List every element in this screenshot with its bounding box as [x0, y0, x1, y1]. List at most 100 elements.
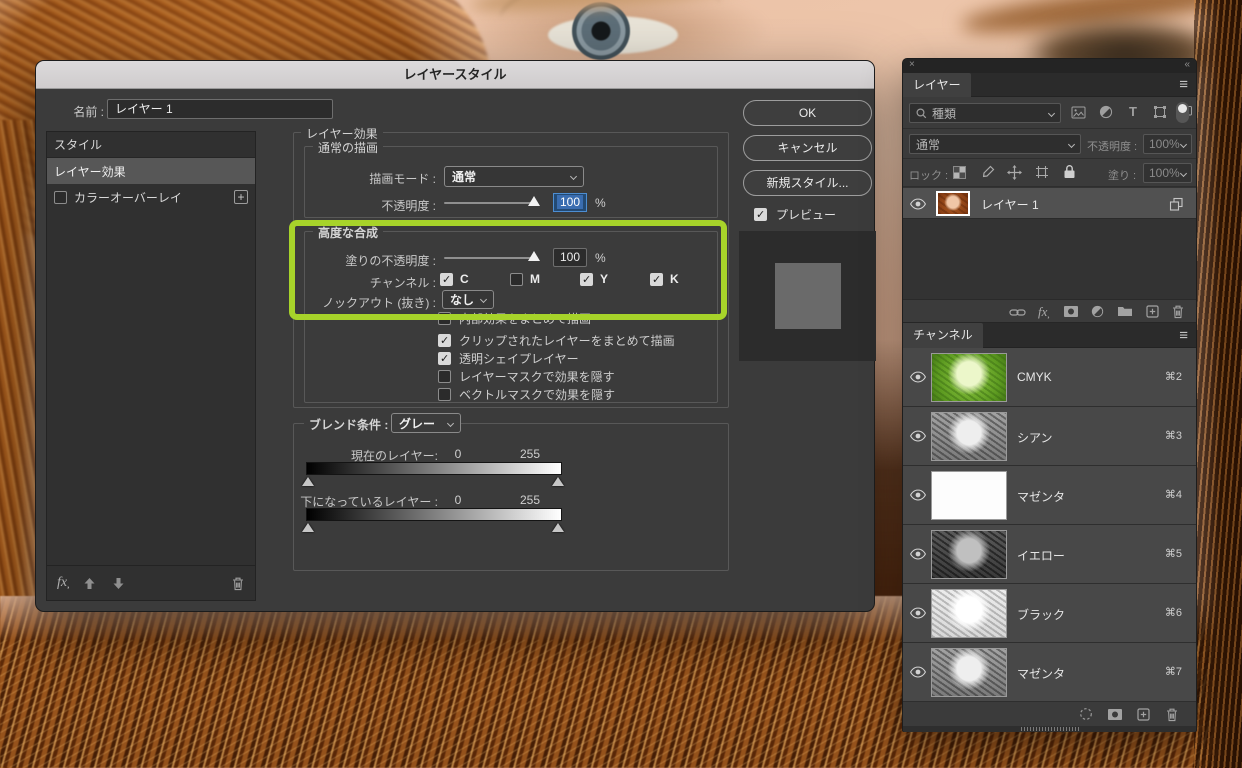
- channel-visibility-eye-icon[interactable]: [910, 607, 926, 619]
- new-layer-plus-icon[interactable]: [1146, 305, 1159, 318]
- blend-clipped-checkbox[interactable]: [438, 334, 451, 347]
- channel-row-magenta-2[interactable]: マゼンタ ⌘7: [903, 643, 1196, 702]
- link-layers-icon[interactable]: [1009, 308, 1026, 317]
- layer-mask-hides-row[interactable]: レイヤーマスクで効果を隠す: [438, 368, 615, 385]
- blend-clipped-row[interactable]: クリップされたレイヤーをまとめて描画: [438, 332, 675, 349]
- delete-effect-trash-icon[interactable]: [231, 576, 245, 591]
- delete-channel-trash-icon[interactable]: [1165, 707, 1179, 722]
- move-up-icon[interactable]: [83, 577, 96, 590]
- layer-blend-mode-select[interactable]: 通常: [909, 134, 1081, 154]
- fill-opacity-slider-track[interactable]: [444, 257, 538, 259]
- channel-thumbnail[interactable]: [931, 471, 1007, 520]
- lock-all-icon[interactable]: [1063, 164, 1076, 179]
- styles-item-layer-effects[interactable]: レイヤー効果: [47, 158, 255, 184]
- current-layer-gradient[interactable]: [306, 462, 562, 475]
- vector-mask-hides-row[interactable]: ベクトルマスクで効果を隠す: [438, 386, 615, 403]
- dialog-titlebar[interactable]: レイヤースタイル: [36, 61, 874, 89]
- tab-layers[interactable]: レイヤー: [903, 73, 971, 97]
- layers-opacity-value[interactable]: 100%: [1143, 134, 1192, 154]
- channel-visibility-eye-icon[interactable]: [910, 430, 926, 442]
- blend-mode-select[interactable]: 通常: [444, 166, 584, 187]
- delete-layer-trash-icon[interactable]: [1171, 304, 1185, 319]
- lock-pixels-brush-icon[interactable]: [981, 165, 995, 179]
- layer-name[interactable]: レイヤー 1: [981, 196, 1039, 213]
- lock-transparency-icon[interactable]: [953, 166, 966, 179]
- load-selection-icon[interactable]: [1079, 707, 1093, 721]
- fill-opacity-slider-thumb[interactable]: [528, 251, 540, 261]
- filter-pixel-layers-icon[interactable]: [1071, 106, 1086, 119]
- channel-m-checkbox[interactable]: [510, 272, 523, 286]
- adjustment-layer-icon[interactable]: [1091, 305, 1104, 318]
- cancel-button[interactable]: キャンセル: [743, 135, 872, 161]
- filter-shape-layers-icon[interactable]: [1153, 105, 1167, 119]
- blend-if-mode-select[interactable]: グレー: [391, 413, 461, 433]
- filter-toggle-switch[interactable]: [1176, 102, 1189, 123]
- underlying-layer-highlight-marker[interactable]: [552, 523, 564, 532]
- transparency-shapes-checkbox[interactable]: [438, 352, 451, 365]
- opacity-slider-thumb[interactable]: [528, 196, 540, 206]
- save-selection-as-channel-icon[interactable]: [1107, 708, 1123, 721]
- lock-position-icon[interactable]: [1007, 165, 1022, 180]
- layers-fill-value[interactable]: 100%: [1143, 163, 1192, 183]
- channel-row-cyan[interactable]: シアン ⌘3: [903, 407, 1196, 466]
- current-layer-highlight-marker[interactable]: [552, 477, 564, 486]
- channel-k[interactable]: K: [650, 272, 679, 286]
- layer-filter-select[interactable]: 種類: [909, 103, 1061, 123]
- channel-thumbnail[interactable]: [931, 530, 1007, 579]
- layers-menu-icon[interactable]: ≡: [1179, 77, 1188, 93]
- channel-row-cmyk[interactable]: CMYK ⌘2: [903, 348, 1196, 407]
- channel-thumbnail[interactable]: [931, 412, 1007, 461]
- channel-visibility-eye-icon[interactable]: [910, 666, 926, 678]
- channel-row-black[interactable]: ブラック ⌘6: [903, 584, 1196, 643]
- channel-row-yellow[interactable]: イエロー ⌘5: [903, 525, 1196, 584]
- channel-thumbnail[interactable]: [931, 648, 1007, 697]
- fx-icon[interactable]: fx̦: [57, 575, 67, 591]
- underlying-layer-gradient[interactable]: [306, 508, 562, 521]
- layer-style-fx-icon[interactable]: fx̦: [1038, 304, 1047, 320]
- tab-channels[interactable]: チャンネル: [903, 323, 983, 348]
- new-style-button[interactable]: 新規スタイル...: [743, 170, 872, 196]
- vector-mask-hides-checkbox[interactable]: [438, 388, 451, 401]
- channel-y-checkbox[interactable]: [580, 272, 593, 286]
- collapse-panel-icon[interactable]: «: [1184, 59, 1190, 70]
- panel-resize-grip[interactable]: [903, 726, 1196, 732]
- layer-row[interactable]: レイヤー 1: [903, 188, 1196, 219]
- layer-visibility-eye-icon[interactable]: [910, 198, 926, 210]
- new-channel-plus-icon[interactable]: [1137, 708, 1150, 721]
- channel-m[interactable]: M: [510, 272, 540, 286]
- add-mask-icon[interactable]: [1063, 305, 1079, 318]
- lock-artboard-icon[interactable]: [1035, 165, 1049, 179]
- filter-type-layers-icon[interactable]: T: [1129, 104, 1137, 119]
- new-group-folder-icon[interactable]: [1117, 305, 1133, 317]
- underlying-layer-shadow-marker[interactable]: [302, 523, 314, 532]
- channel-c[interactable]: C: [440, 272, 469, 286]
- layer-thumbnail[interactable]: [936, 191, 970, 216]
- channel-visibility-eye-icon[interactable]: [910, 548, 926, 560]
- add-effect-plus-button[interactable]: +: [234, 190, 248, 204]
- opacity-input[interactable]: 100: [553, 193, 587, 212]
- preview-checkbox[interactable]: [754, 208, 767, 221]
- knockout-select[interactable]: なし: [442, 290, 494, 309]
- styles-item-color-overlay[interactable]: カラーオーバーレイ +: [47, 184, 255, 210]
- fill-opacity-input[interactable]: 100: [553, 248, 587, 267]
- blend-interior-checkbox[interactable]: [438, 312, 451, 325]
- ok-button[interactable]: OK: [743, 100, 872, 126]
- opacity-slider-track[interactable]: [444, 202, 538, 204]
- preview-row[interactable]: プレビュー: [754, 206, 836, 223]
- blend-interior-row[interactable]: 内部効果をまとめて描画: [438, 310, 591, 327]
- transparency-shapes-row[interactable]: 透明シェイプレイヤー: [438, 350, 579, 367]
- channels-menu-icon[interactable]: ≡: [1179, 328, 1188, 344]
- channel-visibility-eye-icon[interactable]: [910, 489, 926, 501]
- channel-visibility-eye-icon[interactable]: [910, 371, 926, 383]
- channel-y[interactable]: Y: [580, 272, 608, 286]
- channel-thumbnail[interactable]: [931, 589, 1007, 638]
- channel-c-checkbox[interactable]: [440, 272, 453, 286]
- filter-adjustment-layers-icon[interactable]: [1099, 105, 1113, 119]
- channel-thumbnail[interactable]: [931, 353, 1007, 402]
- channel-row-magenta[interactable]: マゼンタ ⌘4: [903, 466, 1196, 525]
- current-layer-shadow-marker[interactable]: [302, 477, 314, 486]
- layer-name-input[interactable]: レイヤー 1: [107, 99, 333, 119]
- color-overlay-checkbox[interactable]: [54, 190, 67, 204]
- close-icon[interactable]: ×: [909, 59, 915, 70]
- move-down-icon[interactable]: [112, 577, 125, 590]
